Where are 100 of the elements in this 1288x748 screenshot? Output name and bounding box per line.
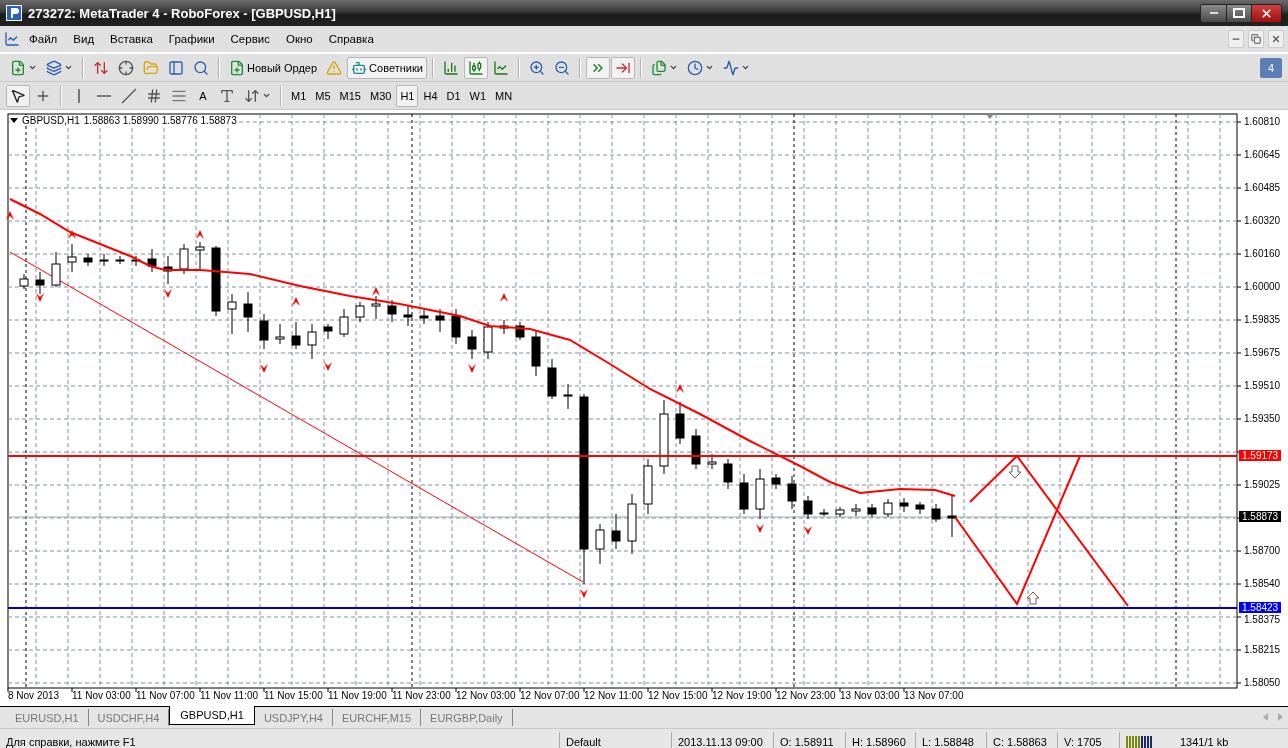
restore-button[interactable] (1248, 30, 1264, 48)
candle (131, 255, 141, 267)
status-value: L: 1.58848 (922, 735, 974, 748)
cursor-button[interactable] (6, 84, 30, 107)
candle (291, 321, 301, 350)
price-label: 1.59510 (1244, 380, 1281, 392)
new-order-icon (229, 59, 245, 76)
fractal-up-marker (292, 297, 300, 306)
menu-item[interactable]: Вставка (103, 30, 160, 48)
traffic-value: 1341/1 kb (1180, 735, 1229, 748)
folder-icon (143, 59, 159, 76)
robot-button[interactable]: Советники (347, 56, 427, 79)
candle (211, 245, 221, 317)
candle (611, 513, 621, 550)
candle (387, 299, 397, 323)
time-label: 12 Nov 03:00 (456, 690, 516, 701)
candle (115, 255, 125, 265)
dropdown-icon[interactable] (10, 117, 18, 124)
time-label: 11 Nov 23:00 (392, 690, 451, 701)
timeframe-button[interactable]: D1 (442, 84, 465, 107)
menu-item[interactable]: Файл (22, 30, 65, 48)
price-label: 1.60810 (1244, 116, 1281, 128)
candle (371, 295, 381, 320)
zoom-out-icon (553, 59, 570, 76)
menu-item[interactable]: Вид (66, 30, 102, 48)
candle (259, 313, 269, 350)
timeframe-button[interactable]: MN (491, 84, 517, 107)
connection-icon (1126, 735, 1154, 748)
candle (195, 241, 205, 270)
candle (899, 497, 909, 513)
text-tool-button[interactable]: A (192, 84, 214, 107)
profile-name: Default (566, 735, 601, 748)
price-label: 1.59025 (1244, 479, 1281, 491)
indicators-icon (722, 59, 739, 76)
notification-badge[interactable]: 4 (1260, 57, 1282, 78)
restore-icon (1251, 34, 1261, 44)
menu-item[interactable]: Окно (278, 30, 320, 48)
menu-item[interactable]: Справка (321, 30, 381, 48)
price-label: 1.58215 (1244, 644, 1281, 656)
candle (323, 323, 333, 340)
minimize-button[interactable] (1201, 4, 1226, 22)
menu-item[interactable]: Сервис (223, 30, 277, 48)
candlestick-button[interactable] (463, 56, 488, 79)
status-value: C: 1.58863 (993, 735, 1047, 748)
shift-marker-icon[interactable] (986, 114, 994, 119)
new-order-button[interactable]: Новый Ордер (225, 56, 322, 79)
chart-symbol: GBPUSD,H1 (22, 115, 80, 126)
clock-icon (686, 59, 703, 76)
candle (819, 508, 829, 517)
time-label: 12 Nov 23:00 (776, 690, 836, 701)
timeframe-button[interactable]: H1 (396, 84, 419, 107)
candle (499, 319, 509, 335)
panel-icon (168, 59, 184, 76)
chart-tab[interactable]: EURGBP,Daily (421, 709, 513, 726)
warning-icon (326, 59, 343, 76)
fractal-down-marker (756, 524, 764, 533)
maximize-button[interactable] (1226, 4, 1251, 22)
price-label: 1.60000 (1244, 281, 1281, 293)
chart-tab[interactable]: GBPUSD,H1 (169, 706, 255, 725)
candle (707, 453, 717, 470)
timeframe-button[interactable]: H4 (419, 84, 442, 107)
price-label: 1.60320 (1244, 215, 1281, 227)
horizontal-line-icon (97, 94, 111, 97)
price-label: 1.58700 (1244, 545, 1281, 557)
timeframe-button[interactable]: M5 (311, 84, 335, 107)
fractal-up-marker (6, 211, 14, 220)
price-label: 1.60160 (1244, 248, 1281, 260)
fractal-down-marker (164, 289, 172, 298)
candle (227, 293, 237, 335)
time-label: 11 Nov 03:00 (72, 690, 131, 701)
candle (483, 321, 493, 360)
close-button[interactable] (1251, 4, 1281, 22)
fractal-down-marker (580, 589, 588, 598)
chart-tab[interactable]: EURUSD,H1 (6, 709, 89, 726)
fractal-down-marker (260, 364, 268, 373)
time-label: 11 Nov 19:00 (328, 690, 387, 701)
candle (547, 358, 557, 400)
timeframe-button[interactable]: W1 (465, 84, 491, 107)
candle (867, 503, 877, 518)
help-text: Для справки, нажмите F1 (6, 735, 136, 748)
chart-tab[interactable]: USDJPY,H4 (254, 709, 333, 726)
candle (755, 468, 765, 520)
status-value: 2013.11.13 09:00 (678, 735, 763, 748)
fractal-down-marker (324, 362, 332, 371)
candle (435, 308, 445, 333)
text-label-icon (219, 87, 235, 104)
menu-item[interactable]: Графики (161, 30, 222, 48)
chart-shift-button[interactable] (610, 56, 635, 79)
candle (83, 253, 93, 267)
timeframe-button[interactable]: M15 (335, 84, 365, 107)
time-label: 12 Nov 11:00 (584, 690, 643, 701)
candle (883, 498, 893, 518)
candle (243, 291, 253, 333)
timeframe-button[interactable]: M1 (287, 84, 311, 107)
chart-tab[interactable]: EURCHF,M15 (333, 709, 422, 726)
chart-window-icon[interactable] (4, 31, 20, 47)
status-value: O: 1.58911 (780, 735, 834, 748)
autoscroll-button[interactable] (585, 56, 610, 79)
timeframe-button[interactable]: M30 (365, 84, 396, 107)
candle (515, 321, 525, 341)
